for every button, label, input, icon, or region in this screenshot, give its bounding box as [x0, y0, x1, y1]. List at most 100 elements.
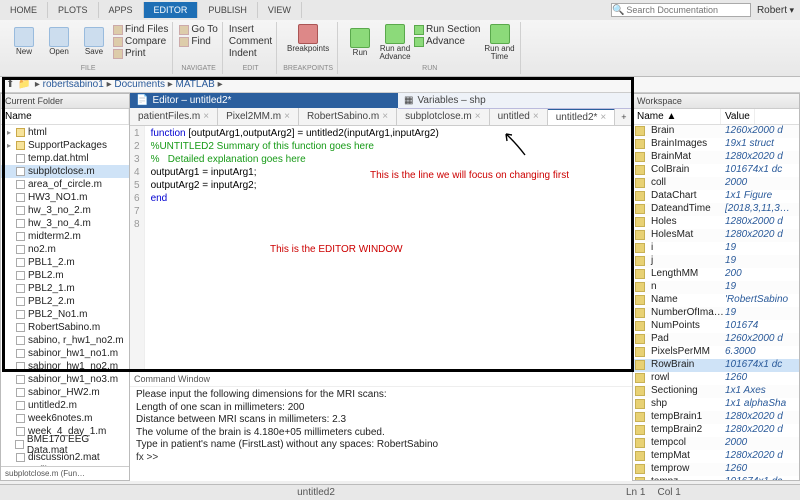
command-window[interactable]: Please input the following dimensions fo… [130, 387, 632, 466]
workspace-var[interactable]: rowl1260 [633, 372, 799, 385]
folder-item[interactable]: sabinor_HW2.m [1, 386, 129, 399]
editor-tab[interactable]: RobertSabino.m× [299, 108, 397, 125]
menu-tab-view[interactable]: VIEW [258, 2, 302, 18]
advance-button[interactable]: Advance [414, 36, 480, 47]
workspace-var[interactable]: Sectioning1x1 Axes [633, 385, 799, 398]
folder-item[interactable]: PBL2.m [1, 269, 129, 282]
workspace-var[interactable]: coll2000 [633, 177, 799, 190]
menu-tab-publish[interactable]: PUBLISH [198, 2, 258, 18]
close-icon[interactable]: × [533, 111, 539, 122]
workspace-var[interactable]: Pad1260x2000 d [633, 333, 799, 346]
folder-item[interactable]: no2.m [1, 243, 129, 256]
compare-button[interactable]: Compare [113, 36, 168, 47]
menu-tab-row: HOMEPLOTSAPPSEDITORPUBLISHVIEW 🔍 Robert … [0, 0, 800, 20]
workspace-var[interactable]: tempMat1280x2020 d [633, 450, 799, 463]
breakpoints-button[interactable]: Breakpoints [292, 24, 324, 53]
new-button[interactable]: New [8, 24, 40, 59]
print-button[interactable]: Print [113, 48, 168, 59]
workspace-var[interactable]: n19 [633, 281, 799, 294]
comment-button[interactable]: Comment [229, 36, 272, 47]
open-button[interactable]: Open [43, 24, 75, 59]
folder-item[interactable]: PBL2_2.m [1, 295, 129, 308]
workspace-var[interactable]: DateandTime[2018,3,11,3… [633, 203, 799, 216]
folder-item[interactable]: midterm2.m [1, 230, 129, 243]
workspace-var[interactable]: ColBrain101674x1 dc [633, 164, 799, 177]
folder-item[interactable]: temp.dat.html [1, 152, 129, 165]
folder-item[interactable]: hw_3_no_4.m [1, 217, 129, 230]
folder-item[interactable]: PBL1_2.m [1, 256, 129, 269]
folder-tree[interactable]: ▸html▸SupportPackagestemp.dat.htmlsubplo… [1, 125, 129, 466]
run-time-button[interactable]: Run and Time [484, 24, 516, 62]
workspace-var[interactable]: BrainImages19x1 struct [633, 138, 799, 151]
folder-item[interactable]: ▸html [1, 126, 129, 139]
workspace-var[interactable]: BrainMat1280x2020 d [633, 151, 799, 164]
workspace-var[interactable]: PixelsPerMM6.3000 [633, 346, 799, 359]
close-icon[interactable]: × [475, 111, 481, 122]
editor-tab[interactable]: Pixel2MM.m× [218, 108, 299, 125]
workspace-var[interactable]: temprow1260 [633, 463, 799, 476]
workspace-var[interactable]: shp1x1 alphaSha [633, 398, 799, 411]
workspace-var[interactable]: NumberOfIma…19 [633, 307, 799, 320]
folder-item[interactable]: PBL2_No1.m [1, 308, 129, 321]
code-editor[interactable]: 12345678 function [outputArg1,outputArg2… [130, 126, 632, 371]
workspace-var[interactable]: Name'RobertSabino [633, 294, 799, 307]
folder-up-icon[interactable]: ⬆ [6, 79, 14, 90]
menu-tab-plots[interactable]: PLOTS [48, 2, 99, 18]
editor-tab[interactable]: untitled2*× [548, 108, 616, 125]
folder-item[interactable]: HW3_NO1.m [1, 191, 129, 204]
folder-item[interactable]: RobertSabino.m [1, 321, 129, 334]
folder-item[interactable]: hw_3_no_2.m [1, 204, 129, 217]
workspace-var[interactable]: tempz101674x1 dc [633, 476, 799, 480]
menu-tab-home[interactable]: HOME [0, 2, 48, 18]
menu-tab-editor[interactable]: EDITOR [144, 2, 199, 18]
editor-icon: 📄 [136, 95, 148, 106]
folder-item[interactable]: subplotclose.m [1, 165, 129, 178]
workspace-var[interactable]: HolesMat1280x2020 d [633, 229, 799, 242]
workspace-var[interactable]: LengthMM200 [633, 268, 799, 281]
run-advance-button[interactable]: Run and Advance [379, 24, 411, 62]
menu-tab-apps[interactable]: APPS [99, 2, 144, 18]
folder-item[interactable]: untitled2.m [1, 399, 129, 412]
folder-item[interactable]: sabinor_hw1_no1.m [1, 347, 129, 360]
folder-item[interactable]: PBL2_1.m [1, 282, 129, 295]
indent-button[interactable]: Indent [229, 48, 272, 59]
search-input[interactable] [624, 5, 750, 15]
workspace-var[interactable]: DataChart1x1 Figure [633, 190, 799, 203]
workspace-var[interactable]: Brain1260x2000 d [633, 125, 799, 138]
folder-item[interactable]: ▸SupportPackages [1, 139, 129, 152]
folder-item[interactable]: week6notes.m [1, 412, 129, 425]
editor-tab[interactable]: subplotclose.m× [397, 108, 490, 125]
close-icon[interactable]: × [203, 111, 209, 122]
run-button[interactable]: Run [344, 24, 376, 62]
workspace-var[interactable]: NumPoints101674 [633, 320, 799, 333]
user-menu[interactable]: Robert ▾ [757, 5, 794, 16]
workspace-var[interactable]: tempBrain21280x2020 d [633, 424, 799, 437]
editor-tab[interactable]: patientFiles.m× [130, 108, 218, 125]
workspace-var[interactable]: tempBrain11280x2020 d [633, 411, 799, 424]
arrow-annotation [500, 130, 530, 160]
workspace-var[interactable]: RowBrain101674x1 dc [633, 359, 799, 372]
folder-item[interactable]: sabino, r_hw1_no2.m [1, 334, 129, 347]
close-icon[interactable]: × [600, 112, 606, 123]
insert-button[interactable]: Insert [229, 24, 272, 35]
folder-item[interactable]: sabinor_hw1_no3.m [1, 373, 129, 386]
breadcrumb[interactable]: ⬆ 📁 ▸ robertsabino1 ▸ Documents ▸ MATLAB… [0, 77, 800, 93]
workspace-var[interactable]: i19 [633, 242, 799, 255]
find-files-button[interactable]: Find Files [113, 24, 168, 35]
editor-tab[interactable]: untitled× [490, 108, 548, 125]
folder-item[interactable]: sabinor_hw1_no2.m [1, 360, 129, 373]
close-icon[interactable]: × [284, 111, 290, 122]
workspace-var[interactable]: j19 [633, 255, 799, 268]
workspace-var[interactable]: Holes1280x2000 d [633, 216, 799, 229]
close-icon[interactable]: × [382, 111, 388, 122]
add-tab-button[interactable]: + [615, 108, 633, 125]
goto-button[interactable]: Go To [179, 24, 218, 35]
search-box[interactable]: 🔍 [611, 3, 751, 17]
workspace-var[interactable]: tempcol2000 [633, 437, 799, 450]
folder-item[interactable]: BME170 EEG Data.mat [1, 438, 129, 451]
find-button[interactable]: Find [179, 36, 218, 47]
folder-item[interactable]: area_of_circle.m [1, 178, 129, 191]
run-section-button[interactable]: Run Section [414, 24, 480, 35]
workspace-list[interactable]: Brain1260x2000 dBrainImages19x1 structBr… [633, 125, 799, 480]
save-button[interactable]: Save [78, 24, 110, 59]
